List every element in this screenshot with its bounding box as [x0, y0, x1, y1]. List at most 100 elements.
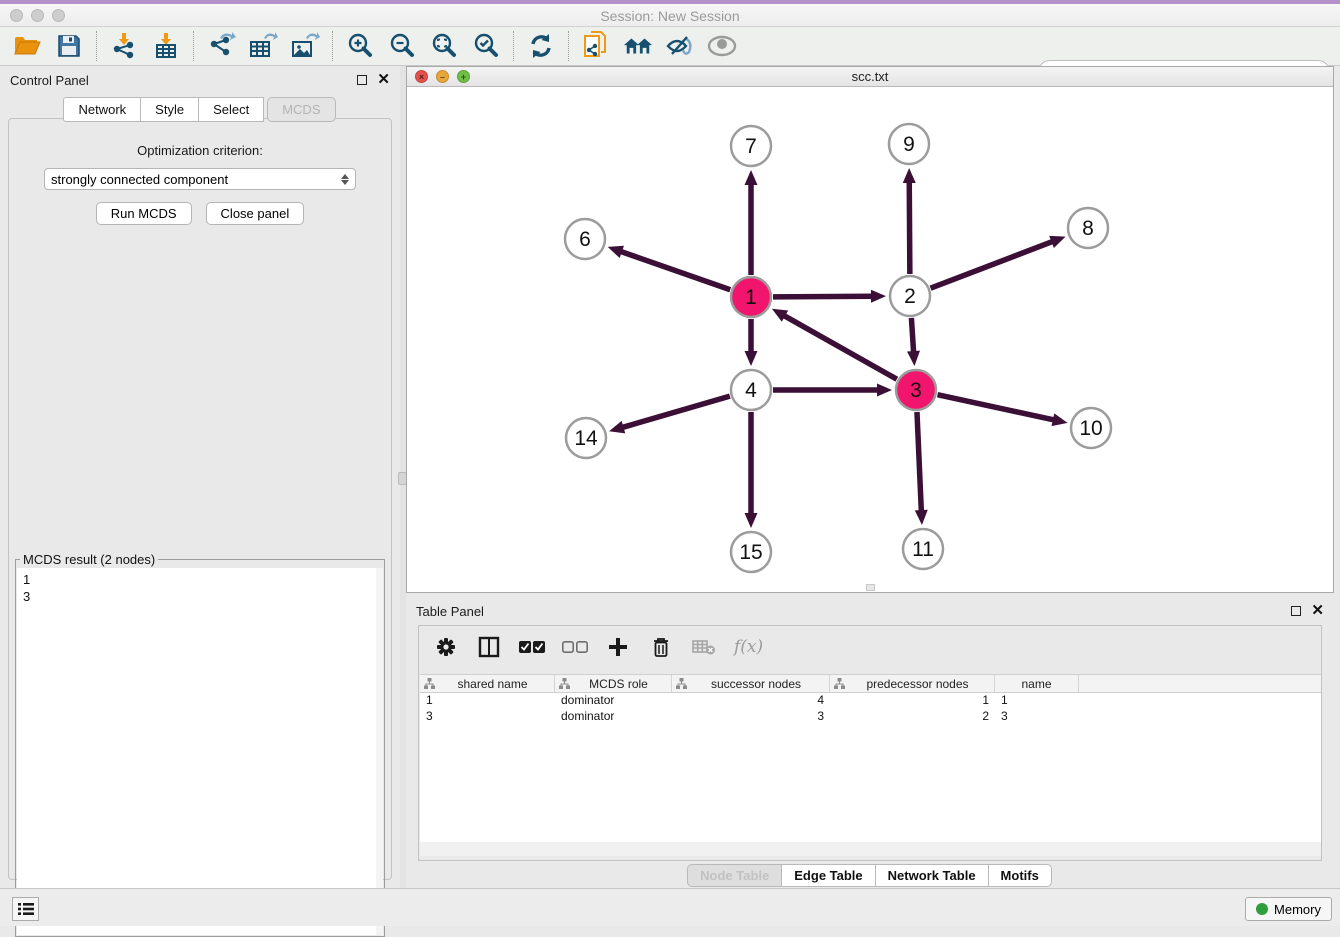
optimization-criterion-select[interactable]: strongly connected component: [44, 168, 356, 190]
column-header-predecessor-nodes[interactable]: predecessor nodes: [830, 675, 995, 692]
control-tab-style[interactable]: Style: [140, 97, 199, 122]
table-row[interactable]: 1dominator411: [420, 693, 1321, 709]
control-panel-title: Control Panel: [10, 73, 357, 88]
graph-node-6[interactable]: 6: [565, 219, 605, 259]
edge-1-4[interactable]: [745, 319, 758, 366]
control-tab-network[interactable]: Network: [63, 97, 141, 122]
edge-2-9[interactable]: [903, 168, 916, 274]
table-row[interactable]: 3dominator323: [420, 709, 1321, 725]
column-type-icon: [834, 678, 845, 689]
table-cell[interactable]: dominator: [555, 693, 672, 709]
table-tab-node-table[interactable]: Node Table: [687, 864, 782, 887]
export-table-icon[interactable]: [248, 31, 278, 61]
table-cell[interactable]: 3: [420, 709, 555, 725]
table-cell[interactable]: 3: [672, 709, 830, 725]
edge-2-3[interactable]: [907, 318, 920, 366]
table-cell[interactable]: dominator: [555, 709, 672, 725]
session-home-icon[interactable]: [623, 31, 653, 61]
show-graphics-details-icon[interactable]: [707, 31, 737, 61]
table-cell[interactable]: 2: [830, 709, 995, 725]
zoom-in-icon[interactable]: [345, 31, 375, 61]
import-table-icon[interactable]: [151, 31, 181, 61]
edge-2-8[interactable]: [931, 236, 1066, 288]
task-history-button[interactable]: [12, 897, 39, 921]
table-tab-motifs[interactable]: Motifs: [988, 864, 1052, 887]
export-network-icon[interactable]: [206, 31, 236, 61]
mcds-tab-content: Optimization criterion: strongly connect…: [8, 118, 392, 880]
control-tab-mcds[interactable]: MCDS: [267, 97, 335, 122]
column-header-MCDS-role[interactable]: MCDS role: [555, 675, 672, 692]
network-resize-handle[interactable]: [866, 584, 875, 591]
clone-network-icon[interactable]: [581, 31, 611, 61]
table-cell[interactable]: 3: [995, 709, 1079, 725]
graph-node-3[interactable]: 3: [896, 370, 936, 410]
refresh-icon[interactable]: [526, 31, 556, 61]
open-session-icon[interactable]: [12, 31, 42, 61]
run-mcds-button[interactable]: Run MCDS: [96, 202, 192, 225]
column-header-name[interactable]: name: [995, 675, 1079, 692]
network-window-titlebar[interactable]: × – + scc.txt: [407, 67, 1333, 87]
edge-4-15[interactable]: [745, 412, 758, 528]
column-type-icon: [559, 678, 570, 689]
table-tab-edge-table[interactable]: Edge Table: [781, 864, 875, 887]
control-tab-select[interactable]: Select: [198, 97, 264, 122]
zoom-selected-icon[interactable]: [471, 31, 501, 61]
graph-node-8[interactable]: 8: [1068, 208, 1108, 248]
edge-1-6[interactable]: [608, 246, 731, 290]
graph-node-7[interactable]: 7: [731, 126, 771, 166]
graph-node-2[interactable]: 2: [890, 276, 930, 316]
graph-node-9[interactable]: 9: [889, 124, 929, 164]
table-panel-float-icon[interactable]: [1291, 606, 1301, 616]
import-network-icon[interactable]: [109, 31, 139, 61]
zoom-fit-icon[interactable]: [429, 31, 459, 61]
graph-node-10[interactable]: 10: [1071, 408, 1111, 448]
edge-3-11[interactable]: [915, 412, 928, 525]
graph-node-4[interactable]: 4: [731, 370, 771, 410]
export-image-icon[interactable]: [290, 31, 320, 61]
table-cell[interactable]: 1: [420, 693, 555, 709]
task-list-icon: [18, 902, 34, 916]
table-settings-gear-icon[interactable]: [433, 634, 459, 660]
edge-4-3[interactable]: [773, 384, 892, 397]
graph-node-15[interactable]: 15: [731, 532, 771, 572]
table-cell[interactable]: 1: [995, 693, 1079, 709]
app-titlebar: Session: New Session: [0, 4, 1340, 27]
graph-node-1[interactable]: 1: [731, 277, 771, 317]
table-toolbar: f(x): [419, 626, 1321, 668]
network-minimize-button[interactable]: –: [436, 70, 449, 83]
edge-1-2[interactable]: [773, 290, 886, 303]
control-panel-float-icon[interactable]: [357, 75, 367, 85]
mcds-result-scrollbar[interactable]: [376, 568, 383, 935]
column-header-shared-name[interactable]: shared name: [420, 675, 555, 692]
column-header-successor-nodes[interactable]: successor nodes: [672, 675, 830, 692]
table-tab-network-table[interactable]: Network Table: [875, 864, 989, 887]
table-cell[interactable]: 4: [672, 693, 830, 709]
graph-node-11[interactable]: 11: [903, 529, 943, 569]
save-session-icon[interactable]: [54, 31, 84, 61]
unselect-all-columns-icon[interactable]: [562, 634, 588, 660]
delete-column-trash-icon[interactable]: [648, 634, 674, 660]
memory-button[interactable]: Memory: [1245, 897, 1332, 921]
edge-1-7[interactable]: [745, 170, 758, 275]
graph-node-14[interactable]: 14: [566, 418, 606, 458]
apply-style-icon[interactable]: [665, 31, 695, 61]
table-panel-close-icon[interactable]: ✕: [1311, 606, 1324, 616]
mcds-result-list[interactable]: 13: [17, 568, 383, 935]
close-panel-button[interactable]: Close panel: [206, 202, 305, 225]
network-maximize-button[interactable]: +: [457, 70, 470, 83]
zoom-out-icon[interactable]: [387, 31, 417, 61]
edge-4-14[interactable]: [609, 396, 730, 433]
optimization-criterion-label: Optimization criterion:: [9, 143, 391, 158]
table-horizontal-scrollbar[interactable]: [420, 842, 1321, 856]
select-all-columns-icon[interactable]: [519, 634, 545, 660]
create-column-plus-icon[interactable]: [605, 634, 631, 660]
mcds-result-line: 1: [23, 571, 377, 588]
control-panel-close-icon[interactable]: ✕: [377, 75, 390, 85]
edge-3-1[interactable]: [772, 309, 897, 379]
table-cell[interactable]: 1: [830, 693, 995, 709]
node-table[interactable]: shared nameMCDS rolesuccessor nodesprede…: [420, 674, 1321, 842]
show-column-panel-icon[interactable]: [476, 634, 502, 660]
network-canvas[interactable]: 7 9 6 8 1 2 4 3 14 10 15 11: [407, 87, 1333, 592]
network-close-button[interactable]: ×: [415, 70, 428, 83]
edge-3-10[interactable]: [937, 395, 1067, 426]
